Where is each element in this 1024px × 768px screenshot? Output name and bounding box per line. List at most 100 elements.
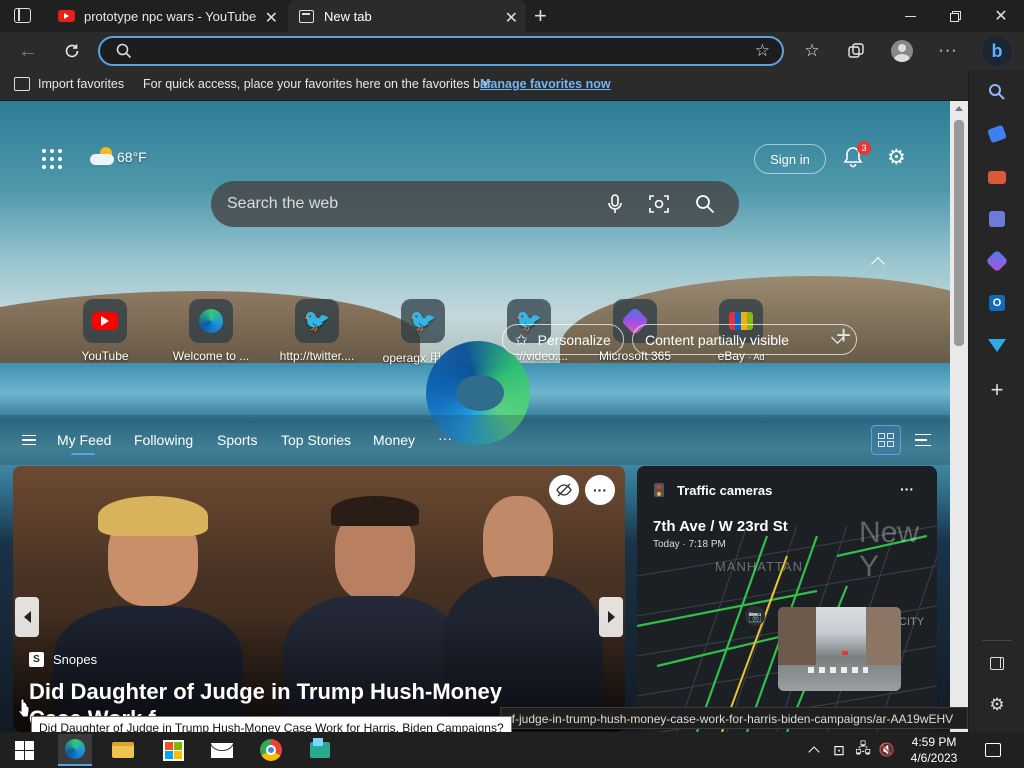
snopes-logo-icon: S xyxy=(29,652,44,667)
tab-my-feed[interactable]: My Feed xyxy=(57,432,111,448)
web-search-box[interactable]: Search the web xyxy=(211,181,739,227)
collapse-chevron-icon[interactable] xyxy=(870,256,886,272)
tab-youtube[interactable]: prototype npc wars - YouTube ✕ xyxy=(48,0,286,32)
tab-new-tab[interactable]: New tab ✕ xyxy=(288,0,526,32)
notification-center-icon[interactable] xyxy=(978,736,1008,764)
manage-favorites-link[interactable]: Manage favorites now xyxy=(480,77,611,91)
grid-view-icon[interactable] xyxy=(871,425,901,455)
import-favorites-link[interactable]: Import favorites xyxy=(38,77,124,91)
close-tab-icon[interactable]: ✕ xyxy=(265,8,278,28)
more-tabs-icon[interactable]: ··· xyxy=(438,430,452,446)
quick-link-label: YouTube xyxy=(81,349,129,363)
carousel-next-button[interactable] xyxy=(599,597,623,637)
back-button[interactable]: ← xyxy=(15,38,41,64)
new-tab-page: 68°F Sign in 3 ⚙ Search the web YouTube xyxy=(0,101,950,732)
traffic-card-title: Traffic cameras xyxy=(677,483,773,498)
carousel-prev-button[interactable] xyxy=(15,597,39,637)
sign-in-button[interactable]: Sign in xyxy=(754,144,826,174)
favorites-icon[interactable]: ☆ xyxy=(799,38,825,64)
sidebar-games-icon[interactable] xyxy=(986,208,1008,230)
map-label-manhattan: MANHATTAN xyxy=(715,559,803,574)
taskbar-app[interactable] xyxy=(305,736,335,764)
youtube-favicon-icon xyxy=(58,10,75,22)
traffic-card-more-icon[interactable]: ··· xyxy=(900,481,914,497)
sidebar-shopping-icon[interactable] xyxy=(986,123,1008,145)
tab-actions-icon[interactable] xyxy=(14,8,31,23)
sidebar-settings-icon[interactable]: ⚙ xyxy=(986,694,1008,716)
story-more-button[interactable]: ··· xyxy=(585,475,615,505)
camera-snapshot[interactable] xyxy=(778,607,901,691)
minimize-button[interactable] xyxy=(890,4,930,28)
clock-date: 4/6/2023 xyxy=(910,751,958,765)
close-tab-icon[interactable]: ✕ xyxy=(505,8,518,28)
start-button[interactable] xyxy=(9,736,39,764)
quick-link-twitter-1[interactable]: 🐦 http://twitter.... xyxy=(272,299,362,363)
weather-widget[interactable]: 68°F xyxy=(90,147,147,167)
clock-time: 4:59 PM xyxy=(911,735,957,749)
tab-money[interactable]: Money xyxy=(373,432,415,448)
profile-avatar[interactable] xyxy=(889,38,915,64)
close-window-button[interactable]: ✕ xyxy=(981,4,1021,28)
quick-link-welcome[interactable]: Welcome to ... xyxy=(166,299,256,363)
list-view-icon[interactable] xyxy=(915,434,931,446)
sidebar-add-icon[interactable]: + xyxy=(986,377,1008,402)
microphone-icon[interactable] xyxy=(607,194,623,219)
chevron-down-icon xyxy=(831,331,844,344)
sidebar-microsoft365-icon[interactable] xyxy=(985,249,1009,273)
scrollbar-thumb[interactable] xyxy=(954,120,964,346)
feed-menu-icon[interactable] xyxy=(22,435,36,445)
address-bar[interactable]: ☆ xyxy=(98,36,784,66)
tab-top-stories[interactable]: Top Stories xyxy=(281,432,351,448)
scroll-up-arrow-icon[interactable] xyxy=(955,106,963,111)
notifications-bell-icon[interactable]: 3 xyxy=(843,141,871,174)
tab-title: New tab xyxy=(324,8,372,24)
quick-link-youtube[interactable]: YouTube xyxy=(60,299,150,363)
search-icon xyxy=(116,43,132,64)
restore-button[interactable] xyxy=(935,4,975,28)
import-icon xyxy=(14,77,30,91)
partly-cloudy-icon xyxy=(90,147,116,167)
tab-strip: prototype npc wars - YouTube ✕ New tab ✕… xyxy=(0,0,1024,32)
search-placeholder: Search the web xyxy=(227,195,339,212)
settings-more-icon[interactable]: ··· xyxy=(935,38,961,64)
sidebar-drop-icon[interactable] xyxy=(986,334,1008,356)
page-settings-icon[interactable]: ⚙ xyxy=(887,145,906,170)
windows-taskbar: ⊡ 🖧 🔇 4:59 PM 4/6/2023 xyxy=(0,732,1024,768)
system-clock[interactable]: 4:59 PM 4/6/2023 xyxy=(898,732,970,768)
tab-title: prototype npc wars - YouTube xyxy=(84,8,257,24)
sidebar-outlook-icon[interactable]: O xyxy=(986,292,1008,314)
sidebar-tools-icon[interactable] xyxy=(986,166,1008,188)
refresh-button[interactable] xyxy=(59,38,85,64)
news-source-name: Snopes xyxy=(53,652,98,667)
apps-launcher-icon[interactable] xyxy=(42,149,62,169)
hide-sidebar-icon[interactable] xyxy=(986,652,1008,674)
bing-chat-icon[interactable]: b xyxy=(981,35,1013,67)
hide-story-button[interactable] xyxy=(549,475,579,505)
personalize-icon: ✩ xyxy=(515,331,528,349)
quick-link-label: Welcome to ... xyxy=(172,349,250,363)
taskbar-file-explorer[interactable] xyxy=(108,736,138,764)
twitter-icon: 🐦 xyxy=(295,299,339,343)
tab-sports[interactable]: Sports xyxy=(217,432,257,448)
edge-sidebar: O + ⚙ xyxy=(968,70,1024,732)
sidebar-search-icon[interactable] xyxy=(986,81,1008,103)
new-tab-button[interactable]: + xyxy=(534,3,547,29)
search-submit-icon[interactable] xyxy=(695,194,715,219)
taskbar-store[interactable] xyxy=(158,736,188,764)
content-visibility-dropdown[interactable]: Content partially visible xyxy=(632,324,857,355)
add-favorite-icon[interactable]: ☆ xyxy=(755,41,770,61)
taskbar-mail[interactable] xyxy=(207,736,237,764)
camera-time: Today · 7:18 PM xyxy=(653,539,726,550)
personalize-button[interactable]: ✩ Personalize xyxy=(502,324,624,355)
camera-pin-icon[interactable]: 📷 xyxy=(745,606,765,626)
hero-news-card[interactable]: ··· S Snopes Did Daughter of Judge in Tr… xyxy=(13,466,625,732)
taskbar-edge[interactable] xyxy=(58,734,92,766)
tab-following[interactable]: Following xyxy=(134,432,193,448)
edge-icon xyxy=(189,299,233,343)
visual-search-icon[interactable] xyxy=(649,194,669,219)
content-visibility-label: Content partially visible xyxy=(645,331,789,348)
address-input[interactable] xyxy=(140,41,720,61)
taskbar-chrome[interactable] xyxy=(256,736,286,764)
traffic-cameras-card[interactable]: New Y MANHATTAN CITY Traffic cameras ···… xyxy=(637,466,937,732)
collections-icon[interactable] xyxy=(843,38,869,64)
